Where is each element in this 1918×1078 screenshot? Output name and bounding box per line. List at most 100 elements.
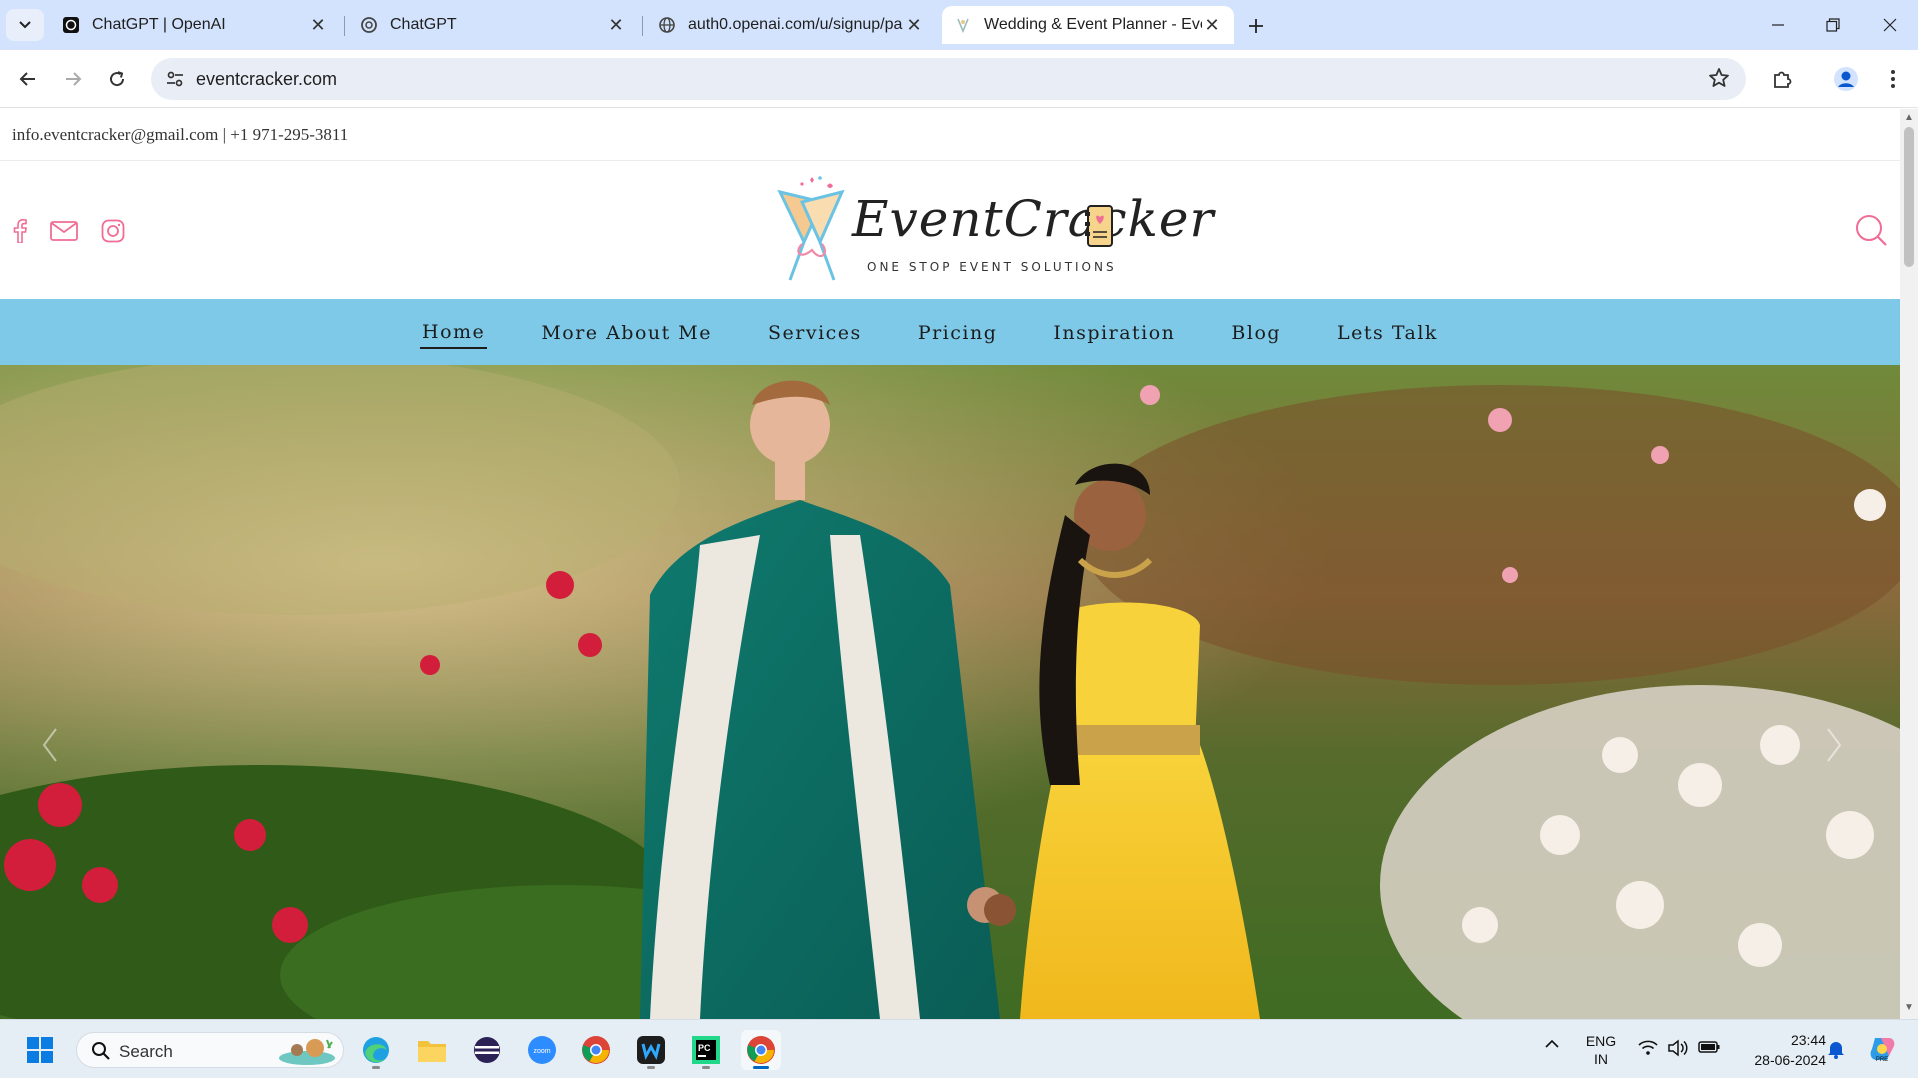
main-navigation: Home More About Me Services Pricing Insp… [0,299,1900,365]
nav-blog[interactable]: Blog [1229,316,1283,348]
webstorm-icon [637,1036,665,1064]
reload-button[interactable] [102,64,132,94]
extensions-button[interactable] [1767,64,1797,94]
close-tab-icon[interactable]: ✕ [904,15,924,35]
more-vertical-icon [1891,70,1895,88]
nav-pricing[interactable]: Pricing [916,316,1000,348]
restore-button[interactable] [1813,10,1853,40]
tab-search-button[interactable] [6,9,44,41]
tab-chatgpt-openai[interactable]: ChatGPT | OpenAI ✕ [50,6,340,44]
avatar-icon [1834,67,1858,91]
taskbar-search-label: Search [119,1042,173,1061]
reload-icon [110,71,125,87]
tab-separator [344,16,345,36]
svg-text:PRE: PRE [1876,1057,1888,1063]
logo-tagline: ONE STOP EVENT SOLUTIONS [867,260,1117,274]
close-tab-icon[interactable]: ✕ [308,15,328,35]
nav-inspiration[interactable]: Inspiration [1051,316,1177,348]
minimize-icon [1772,24,1784,26]
chevron-down-icon [19,21,31,29]
running-indicator [372,1066,380,1069]
clock[interactable]: 23:44 28-06-2024 [1736,1030,1826,1070]
openai-icon [360,16,378,34]
pycharm-icon: PC [692,1036,720,1064]
tab-eventcracker[interactable]: Wedding & Event Planner - Eve ✕ [942,6,1234,44]
instagram-link[interactable] [97,217,129,245]
language-code: ENG [1585,1033,1617,1049]
close-tab-icon[interactable]: ✕ [606,15,626,35]
nav-more-about-me[interactable]: More About Me [539,316,714,348]
search-icon [1856,215,1887,246]
close-tab-icon[interactable]: ✕ [1202,15,1222,35]
search-highlight-illustration [279,1039,335,1065]
taskbar-edge[interactable] [356,1030,396,1070]
openai-icon [62,16,80,34]
address-bar[interactable]: eventcracker.com [151,58,1746,100]
notification-bell-icon[interactable] [1825,1039,1847,1062]
restore-icon [1826,18,1840,32]
email-link[interactable] [48,217,80,245]
chrome-menu-button[interactable] [1878,64,1908,94]
tab-title: Wedding & Event Planner - Eve [984,16,1202,33]
facebook-link[interactable] [4,217,36,245]
profile-button[interactable] [1831,64,1861,94]
page-viewport: info.eventcracker@gmail.com | +1 971-295… [0,109,1900,1019]
back-button[interactable] [13,64,43,94]
taskbar-eclipse[interactable] [467,1030,507,1070]
hero-wedding-couple-photo [0,365,1900,1019]
chrome-icon [582,1036,610,1064]
edge-icon [363,1037,389,1063]
chevron-right-icon [1827,728,1842,762]
planner-book-icon [1085,205,1113,247]
slider-next-arrow[interactable] [1822,725,1846,765]
chevron-left-icon [42,728,57,762]
scroll-down-arrow-icon[interactable]: ▼ [1904,1003,1914,1013]
tab-auth0-signup[interactable]: auth0.openai.com/u/signup/pa ✕ [646,6,936,44]
logo-wordmark: EventCracker [852,190,1215,248]
taskbar-zoom[interactable]: zoom [522,1030,562,1070]
taskbar-file-explorer[interactable] [412,1030,452,1070]
minimize-button[interactable] [1758,10,1798,40]
new-tab-button[interactable] [1242,12,1270,40]
file-explorer-icon [418,1041,446,1062]
svg-text:PC: PC [698,1043,711,1053]
address-text: eventcracker.com [196,69,338,89]
site-search-button[interactable] [1853,212,1889,248]
nav-services[interactable]: Services [766,316,864,348]
battery-icon[interactable] [1696,1040,1722,1057]
page-scrollbar[interactable]: ▲ ▼ [1900,109,1918,1019]
taskbar-pycharm[interactable]: PC [686,1030,726,1070]
tab-title: auth0.openai.com/u/signup/pa [688,16,903,33]
show-hidden-icons-button[interactable] [1540,1036,1564,1052]
taskbar-chrome-active[interactable] [741,1030,781,1070]
scrollbar-thumb[interactable] [1904,127,1914,267]
taskbar-search[interactable]: Search [76,1032,344,1068]
start-button[interactable] [20,1030,60,1070]
nav-home[interactable]: Home [420,315,488,349]
contact-bar: info.eventcracker@gmail.com | +1 971-295… [0,109,1900,161]
site-logo[interactable]: EventCracker ONE STOP EVENT SOLUTIONS [772,172,1213,290]
slider-prev-arrow[interactable] [38,725,62,765]
taskbar-webstorm[interactable] [631,1030,671,1070]
site-info-icon[interactable] [165,69,185,94]
bookmark-star-icon[interactable] [1708,67,1730,94]
arrow-left-icon [19,72,35,86]
zoom-icon: zoom [528,1036,556,1064]
language-indicator[interactable]: ENG IN [1576,1032,1626,1068]
scroll-up-arrow-icon[interactable]: ▲ [1904,113,1914,123]
copilot-icon[interactable]: PRE [1866,1034,1898,1067]
instagram-icon [101,219,125,243]
close-icon [1883,18,1897,32]
clock-date: 28-06-2024 [1754,1052,1826,1068]
eventcracker-favicon [954,16,972,34]
close-window-button[interactable] [1870,10,1910,40]
volume-icon[interactable] [1666,1039,1690,1060]
forward-button[interactable] [58,64,88,94]
browser-toolbar: eventcracker.com [0,50,1918,108]
tab-chatgpt[interactable]: ChatGPT ✕ [348,6,638,44]
taskbar-chrome[interactable] [576,1030,616,1070]
wifi-icon[interactable] [1636,1040,1660,1059]
site-header: EventCracker ONE STOP EVENT SOLUTIONS [0,162,1900,298]
region-code: IN [1594,1051,1608,1067]
nav-lets-talk[interactable]: Lets Talk [1335,316,1440,348]
